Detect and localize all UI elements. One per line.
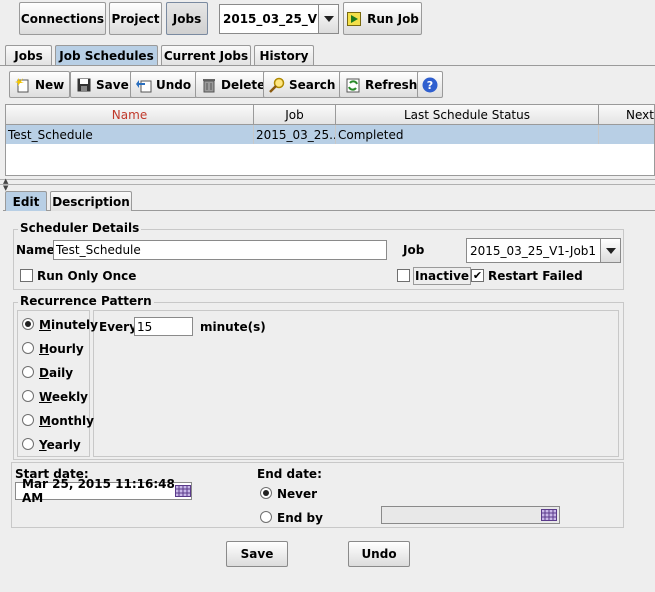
radio-yearly[interactable]	[22, 438, 34, 450]
column-header-next[interactable]: Next R	[599, 105, 654, 125]
radio-minutely[interactable]	[22, 318, 34, 330]
help-icon: ?	[422, 77, 438, 93]
tab-jobs[interactable]: Jobs	[5, 45, 52, 65]
minutes-unit-label: minute(s)	[200, 320, 266, 334]
restart-failed-checkbox[interactable]: ✔	[471, 269, 484, 282]
calendar-icon[interactable]	[541, 507, 557, 523]
tab-current-jobs[interactable]: Current Jobs	[161, 45, 251, 65]
hourly-label: Hourly	[39, 342, 84, 356]
job-select-value: 2015_03_25_V1	[223, 12, 318, 26]
connections-button[interactable]: Connections	[19, 2, 106, 35]
chevron-down-icon[interactable]	[318, 5, 338, 33]
new-button[interactable]: New	[9, 71, 71, 98]
every-input[interactable]: 15	[134, 317, 193, 336]
play-icon	[346, 11, 362, 27]
refresh-button[interactable]: Refresh	[339, 71, 424, 98]
calendar-icon[interactable]	[175, 483, 191, 499]
undo-icon	[136, 77, 152, 93]
column-header-name[interactable]: Name	[6, 105, 254, 125]
save-button[interactable]: Save	[226, 541, 288, 567]
floppy-icon	[76, 77, 92, 93]
recurrence-options-panel	[17, 310, 90, 457]
radio-weekly[interactable]	[22, 390, 34, 402]
radio-never[interactable]	[260, 487, 272, 499]
column-header-last-status[interactable]: Last Schedule Status	[336, 105, 599, 125]
tab-strip-line	[0, 65, 655, 66]
undo-toolbar-button[interactable]: Undo	[130, 71, 198, 98]
every-label: Every	[99, 320, 137, 334]
new-icon	[15, 77, 31, 93]
run-only-once-label: Run Only Once	[37, 269, 137, 283]
end-by-label: End by	[277, 511, 323, 525]
job-dropdown[interactable]: 2015_03_25_V1-Job1	[466, 238, 621, 263]
column-header-job[interactable]: Job	[254, 105, 336, 125]
job-select[interactable]: 2015_03_25_V1	[219, 4, 339, 34]
save-toolbar-label: Save	[96, 77, 129, 92]
radio-monthly[interactable]	[22, 414, 34, 426]
weekly-label: Weekly	[39, 390, 89, 404]
project-button[interactable]: Project	[109, 2, 162, 35]
tab-edit[interactable]: Edit	[5, 191, 47, 211]
scheduler-details-title: Scheduler Details	[18, 221, 142, 235]
recurrence-pattern-title: Recurrence Pattern	[18, 294, 154, 308]
run-job-label: Run Job	[367, 11, 419, 26]
help-button[interactable]: ?	[417, 71, 443, 98]
inactive-label: Inactive	[413, 267, 472, 285]
search-icon	[269, 77, 285, 93]
delete-button[interactable]: Delete	[195, 71, 272, 98]
refresh-icon	[345, 77, 361, 93]
end-by-date-field[interactable]	[381, 506, 560, 524]
refresh-label: Refresh	[365, 77, 418, 92]
trash-icon	[201, 77, 217, 93]
name-label: Name	[16, 243, 55, 257]
svg-text:?: ?	[427, 79, 433, 92]
table-cell-name: Test_Schedule	[6, 125, 254, 144]
name-input[interactable]: Test_Schedule	[53, 240, 387, 260]
start-date-field[interactable]: Mar 25, 2015 11:16:48 AM	[15, 477, 192, 505]
radio-end-by[interactable]	[260, 511, 272, 523]
save-toolbar-button[interactable]: Save	[70, 71, 135, 98]
undo-toolbar-label: Undo	[156, 77, 192, 92]
radio-daily[interactable]	[22, 366, 34, 378]
search-label: Search	[289, 77, 336, 92]
minutely-label: Minutely	[39, 318, 98, 332]
yearly-label: Yearly	[39, 438, 81, 452]
chevron-down-icon[interactable]	[600, 239, 620, 262]
search-button[interactable]: Search	[263, 71, 342, 98]
delete-label: Delete	[221, 77, 266, 92]
tab-history[interactable]: History	[254, 45, 314, 65]
radio-hourly[interactable]	[22, 342, 34, 354]
tab-job-schedules[interactable]: Job Schedules	[55, 45, 158, 65]
jobs-button[interactable]: Jobs	[166, 2, 208, 35]
new-label: New	[35, 77, 65, 92]
table-cell-status: Completed	[336, 125, 599, 144]
restart-failed-label: Restart Failed	[488, 269, 583, 283]
undo-button[interactable]: Undo	[348, 541, 410, 567]
monthly-label: Monthly	[39, 414, 94, 428]
job-dropdown-value: 2015_03_25_V1-Job1	[470, 243, 597, 258]
end-date-label: End date:	[257, 467, 322, 481]
daily-label: Daily	[39, 366, 74, 380]
inactive-checkbox[interactable]	[397, 269, 410, 282]
splitter-arrows-icon: ▲ ▼	[3, 177, 9, 192]
job-label: Job	[403, 243, 425, 257]
run-job-button[interactable]: Run Job	[343, 2, 422, 35]
splitter[interactable]: ▲ ▼	[0, 178, 655, 192]
table-cell-job: 2015_03_25...	[254, 125, 336, 144]
run-only-once-checkbox[interactable]	[20, 269, 33, 282]
never-label: Never	[277, 487, 318, 501]
start-date-value: Mar 25, 2015 11:16:48 AM	[22, 477, 175, 505]
schedule-table: Name Job Last Schedule Status Next R Tes…	[5, 104, 655, 176]
tab-description[interactable]: Description	[50, 191, 132, 211]
table-cell-next	[599, 125, 654, 144]
